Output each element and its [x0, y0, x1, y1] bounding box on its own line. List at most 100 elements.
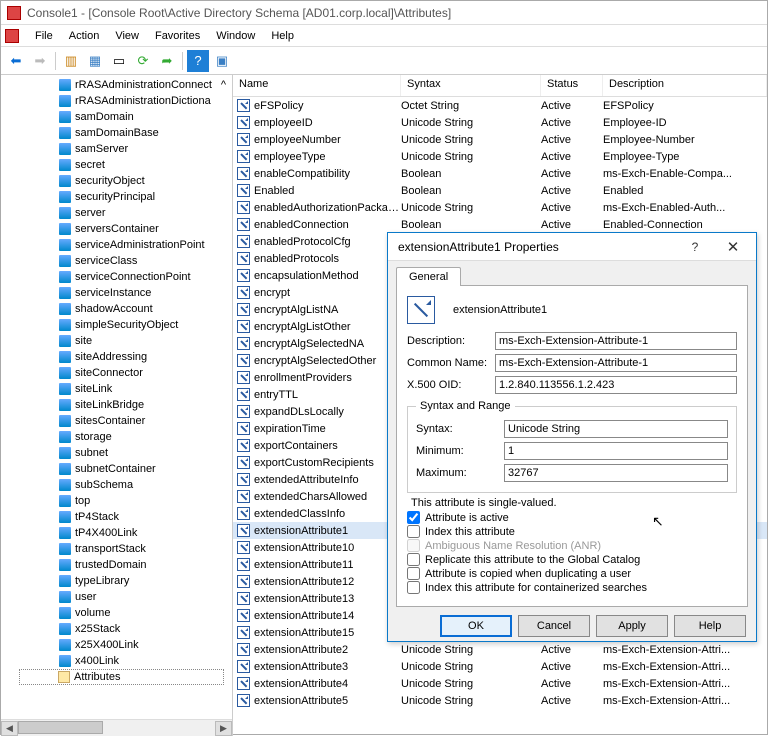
attribute-icon	[237, 201, 250, 214]
ok-button[interactable]: OK	[440, 615, 512, 637]
tree-item[interactable]: serviceConnectionPoint	[1, 269, 232, 285]
tree-item[interactable]: securityPrincipal	[1, 189, 232, 205]
tree-item[interactable]: secret	[1, 157, 232, 173]
tree-item[interactable]: tP4Stack	[1, 509, 232, 525]
list-row[interactable]: employeeIDUnicode StringActiveEmployee-I…	[233, 114, 767, 131]
menu-view[interactable]: View	[107, 28, 147, 44]
menu-help[interactable]: Help	[263, 28, 302, 44]
tree-item[interactable]: siteLinkBridge	[1, 397, 232, 413]
tree-item[interactable]: samServer	[1, 141, 232, 157]
col-description[interactable]: Description	[603, 75, 767, 96]
tree-item[interactable]: serviceAdministrationPoint	[1, 237, 232, 253]
cancel-button[interactable]: Cancel	[518, 615, 590, 637]
scroll-right-button[interactable]: ▶	[215, 721, 232, 736]
check-copy[interactable]	[407, 567, 420, 580]
tab-general[interactable]: General	[396, 267, 461, 286]
tree-item[interactable]: transportStack	[1, 541, 232, 557]
dialog-help-button[interactable]: ?	[676, 236, 714, 258]
list-row[interactable]: enableCompatibilityBooleanActivems-Exch-…	[233, 165, 767, 182]
menu-favorites[interactable]: Favorites	[147, 28, 208, 44]
tree-item[interactable]: volume	[1, 605, 232, 621]
tree-item[interactable]: securityObject	[1, 173, 232, 189]
tree-item[interactable]: trustedDomain	[1, 557, 232, 573]
tree-item[interactable]: x25X400Link	[1, 637, 232, 653]
list-row[interactable]: employeeTypeUnicode StringActiveEmployee…	[233, 148, 767, 165]
tree-item[interactable]: shadowAccount	[1, 301, 232, 317]
field-syntax[interactable]	[504, 420, 728, 438]
tree-item[interactable]: user	[1, 589, 232, 605]
tree-item[interactable]: siteAddressing	[1, 349, 232, 365]
refresh-button[interactable]: ⟳	[132, 50, 154, 72]
check-replicate[interactable]	[407, 553, 420, 566]
tree-scroll-up-icon[interactable]: ^	[221, 79, 226, 91]
tree-item[interactable]: serviceInstance	[1, 285, 232, 301]
field-minimum[interactable]	[504, 442, 728, 460]
window-mode-button[interactable]: ▣	[211, 50, 233, 72]
list-row[interactable]: eFSPolicyOctet StringActiveEFSPolicy	[233, 97, 767, 114]
field-maximum[interactable]	[504, 464, 728, 482]
tree-item[interactable]: tP4X400Link	[1, 525, 232, 541]
check-active[interactable]	[407, 511, 420, 524]
tree[interactable]: rRASAdministrationConnect ^rRASAdministr…	[1, 75, 232, 719]
tree-item[interactable]: serviceClass	[1, 253, 232, 269]
field-common-name[interactable]	[495, 354, 737, 372]
list-row[interactable]: extensionAttribute4Unicode StringActivem…	[233, 675, 767, 692]
show-tree-button[interactable]: ▥	[60, 50, 82, 72]
tree-item[interactable]: samDomain	[1, 109, 232, 125]
help-button[interactable]: Help	[674, 615, 746, 637]
scroll-left-button[interactable]: ◀	[1, 721, 18, 736]
attribute-icon	[237, 456, 250, 469]
tree-item[interactable]: samDomainBase	[1, 125, 232, 141]
tree-item[interactable]: server	[1, 205, 232, 221]
tree-item[interactable]: siteConnector	[1, 365, 232, 381]
col-name[interactable]: Name	[233, 75, 401, 96]
tree-item[interactable]: site	[1, 333, 232, 349]
properties-button[interactable]: ▭	[108, 50, 130, 72]
list-header[interactable]: Name Syntax Status Description	[233, 75, 767, 97]
col-syntax[interactable]: Syntax	[401, 75, 541, 96]
list-row[interactable]: enabledAuthorizationPackagesUnicode Stri…	[233, 199, 767, 216]
tree-item[interactable]: siteLink	[1, 381, 232, 397]
field-oid[interactable]	[495, 376, 737, 394]
list-row[interactable]: extensionAttribute3Unicode StringActivem…	[233, 658, 767, 675]
view-options-button[interactable]: ▦	[84, 50, 106, 72]
tree-item[interactable]: subnet	[1, 445, 232, 461]
tree-item[interactable]: rRASAdministrationDictiona	[1, 93, 232, 109]
list-row[interactable]: enabledConnectionBooleanActiveEnabled-Co…	[233, 216, 767, 233]
tree-item[interactable]: top	[1, 493, 232, 509]
tree-item[interactable]: rRASAdministrationConnect ^	[1, 77, 232, 93]
field-description[interactable]	[495, 332, 737, 350]
tree-item[interactable]: subSchema	[1, 477, 232, 493]
help-button[interactable]: ?	[187, 50, 209, 72]
tree-item[interactable]: subnetContainer	[1, 461, 232, 477]
check-container-index[interactable]	[407, 581, 420, 594]
tree-item-label: x400Link	[75, 655, 119, 667]
col-status[interactable]: Status	[541, 75, 603, 96]
tree-item[interactable]: sitesContainer	[1, 413, 232, 429]
tree-item-attributes[interactable]: Attributes	[19, 669, 224, 685]
check-index[interactable]	[407, 525, 420, 538]
apply-button[interactable]: Apply	[596, 615, 668, 637]
scroll-track[interactable]	[18, 721, 215, 736]
menu-file[interactable]: File	[27, 28, 61, 44]
dialog-title-bar[interactable]: extensionAttribute1 Properties ? ✕	[388, 233, 756, 261]
tree-item[interactable]: x25Stack	[1, 621, 232, 637]
list-row[interactable]: employeeNumberUnicode StringActiveEmploy…	[233, 131, 767, 148]
tree-item-label: siteLink	[75, 383, 112, 395]
tree-item[interactable]: serversContainer	[1, 221, 232, 237]
back-button[interactable]: ⬅	[5, 50, 27, 72]
forward-button[interactable]: ➡	[29, 50, 51, 72]
list-row[interactable]: extensionAttribute2Unicode StringActivem…	[233, 641, 767, 658]
tree-h-scrollbar[interactable]: ◀ ▶	[1, 719, 232, 736]
tree-item[interactable]: x400Link	[1, 653, 232, 669]
export-button[interactable]: ➦	[156, 50, 178, 72]
tree-item[interactable]: storage	[1, 429, 232, 445]
list-row[interactable]: extensionAttribute5Unicode StringActivem…	[233, 692, 767, 709]
tree-item[interactable]: typeLibrary	[1, 573, 232, 589]
tree-item[interactable]: simpleSecurityObject	[1, 317, 232, 333]
menu-window[interactable]: Window	[208, 28, 263, 44]
list-row[interactable]: EnabledBooleanActiveEnabled	[233, 182, 767, 199]
scroll-thumb[interactable]	[18, 721, 103, 734]
close-icon[interactable]: ✕	[714, 236, 752, 258]
menu-action[interactable]: Action	[61, 28, 108, 44]
